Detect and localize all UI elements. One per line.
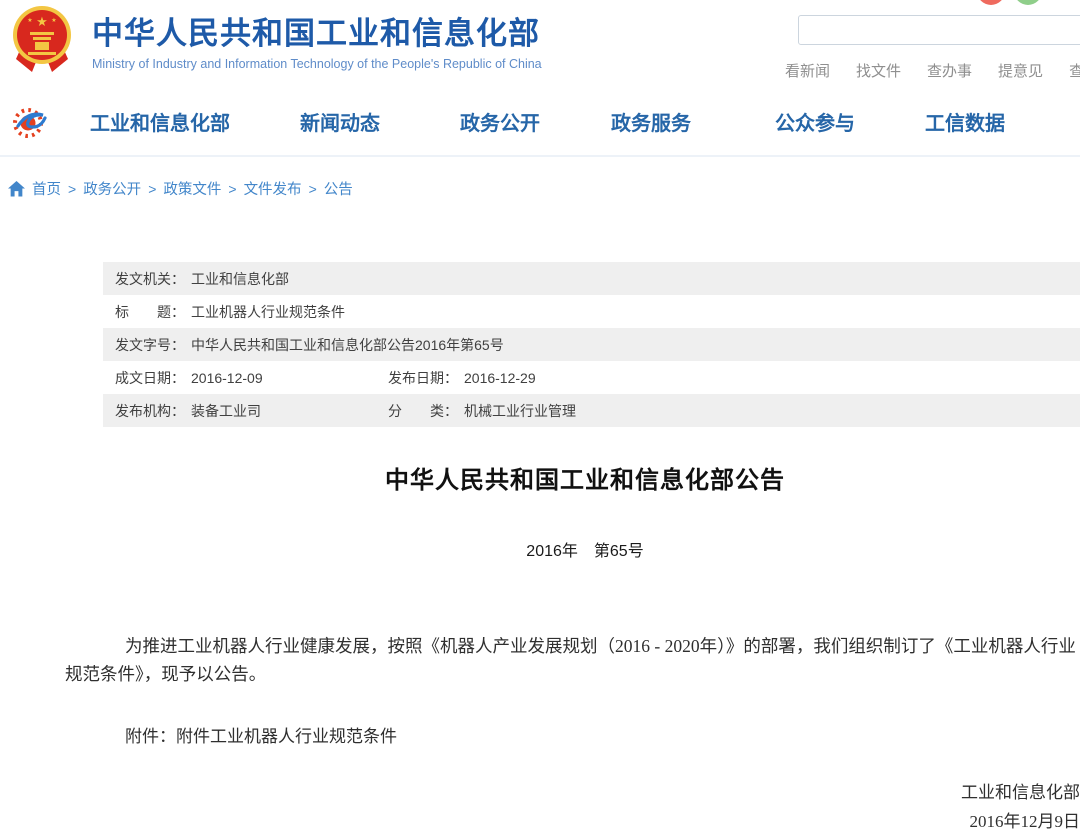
meta-title: 标 题： 工业机器人行业规范条件 [103, 302, 345, 322]
top-red-dot-icon [977, 0, 1005, 5]
signature-date: 2016年12月9日 [680, 807, 1080, 836]
table-row: 发布机构： 装备工业司 分 类： 机械工业行业管理 [103, 394, 1080, 427]
document-issue-number: 2016年 第65号 [65, 537, 1080, 561]
svg-text:★: ★ [36, 14, 48, 29]
search-input[interactable] [798, 15, 1080, 45]
document-body: 为推进工业机器人行业健康发展，按照《机器人产业发展规划（2016 - 2020年… [65, 632, 1080, 688]
document-meta-table: 发文机关： 工业和信息化部 标 题： 工业机器人行业规范条件 发文字号： 中华人… [103, 262, 1080, 427]
meta-value: 2016-12-29 [464, 370, 536, 386]
meta-label: 发布机构： [115, 401, 185, 421]
meta-value: 工业机器人行业规范条件 [191, 302, 345, 322]
quick-link-news[interactable]: 看新闻 [785, 60, 830, 81]
nav-item-gov-services[interactable]: 政务服务 [611, 107, 691, 136]
meta-publish-date: 发布日期： 2016-12-29 [388, 361, 536, 394]
breadcrumb-separator: > [148, 181, 156, 197]
nav-item-gov-disclosure[interactable]: 政务公开 [460, 107, 540, 136]
meta-category: 分 类： 机械工业行业管理 [388, 394, 576, 427]
body-paragraph-line: 规范条件》，现予以公告。 [65, 660, 1080, 688]
breadcrumb-item-document-release[interactable]: 文件发布 [244, 178, 302, 199]
meta-label: 分 类： [388, 401, 458, 421]
breadcrumb-separator: > [68, 181, 76, 197]
meta-value: 2016-12-09 [191, 370, 263, 386]
meta-label: 标 题： [115, 302, 185, 322]
breadcrumb-item-gov-disclosure[interactable]: 政务公开 [83, 178, 141, 199]
nav-item-miit[interactable]: 工业和信息化部 [90, 107, 230, 136]
meta-label: 发文字号： [115, 335, 185, 355]
svg-text:★: ★ [51, 17, 56, 24]
table-row: 发文机关： 工业和信息化部 [103, 262, 1080, 295]
home-icon[interactable] [8, 181, 25, 197]
miit-gear-logo-icon [12, 103, 50, 141]
page-title: 中华人民共和国工业和信息化部公告 [65, 460, 1080, 495]
table-row: 发文字号： 中华人民共和国工业和信息化部公告2016年第65号 [103, 328, 1080, 361]
table-row: 标 题： 工业机器人行业规范条件 [103, 295, 1080, 328]
site-title-block: 中华人民共和国工业和信息化部 Ministry of Industry and … [92, 8, 542, 71]
meta-label: 成文日期： [115, 368, 185, 388]
meta-value: 中华人民共和国工业和信息化部公告2016年第65号 [191, 335, 504, 355]
main-nav: 工业和信息化部 新闻动态 政务公开 政务服务 公众参与 工信数据 [0, 100, 1080, 155]
meta-value: 工业和信息化部 [191, 269, 289, 289]
table-row: 成文日期： 2016-12-09 发布日期： 2016-12-29 [103, 361, 1080, 394]
attachment-link[interactable]: 附件工业机器人行业规范条件 [176, 727, 397, 746]
meta-label: 发文机关： [115, 269, 185, 289]
nav-item-public-participation[interactable]: 公众参与 [775, 107, 855, 136]
meta-value: 装备工业司 [191, 401, 261, 421]
breadcrumb-item-policy-documents[interactable]: 政策文件 [163, 178, 221, 199]
meta-publishing-department: 发布机构： 装备工业司 [103, 401, 261, 421]
meta-written-date: 成文日期： 2016-12-09 [103, 368, 263, 388]
signature-agency: 工业和信息化部 [680, 778, 1080, 807]
breadcrumb-item-announcement: 公告 [324, 178, 353, 199]
site-title-zh: 中华人民共和国工业和信息化部 [92, 8, 542, 53]
quick-link-data[interactable]: 查数据 [1069, 60, 1080, 81]
meta-label: 发布日期： [388, 368, 458, 388]
breadcrumb-item-home[interactable]: 首页 [32, 178, 61, 199]
breadcrumb-separator: > [228, 181, 236, 197]
meta-document-number: 发文字号： 中华人民共和国工业和信息化部公告2016年第65号 [103, 335, 504, 355]
top-green-dot-icon [1014, 0, 1042, 5]
nav-item-news[interactable]: 新闻动态 [300, 107, 380, 136]
attachment-line: 附件：附件工业机器人行业规范条件 [125, 722, 397, 747]
body-paragraph-line: 为推进工业机器人行业健康发展，按照《机器人产业发展规划（2016 - 2020年… [65, 632, 1080, 660]
header-separator [0, 155, 1080, 157]
document-signature: 工业和信息化部 2016年12月9日 [680, 778, 1080, 836]
breadcrumb-separator: > [309, 181, 317, 197]
breadcrumb: 首页 > 政务公开 > 政策文件 > 文件发布 > 公告 [8, 178, 353, 199]
site-title-en: Ministry of Industry and Information Tec… [92, 57, 542, 71]
quick-link-feedback[interactable]: 提意见 [998, 60, 1043, 81]
attachment-label: 附件： [125, 727, 176, 746]
quick-link-documents[interactable]: 找文件 [856, 60, 901, 81]
meta-issuing-agency: 发文机关： 工业和信息化部 [103, 269, 289, 289]
quick-links: 看新闻 找文件 查办事 提意见 查数据 [785, 60, 1080, 81]
nav-item-miit-data[interactable]: 工信数据 [925, 107, 1005, 136]
svg-text:★: ★ [27, 17, 32, 24]
site-header: ★ ★ ★ 中华人民共和国工业和信息化部 Ministry of Industr… [0, 0, 1080, 100]
quick-link-services[interactable]: 查办事 [927, 60, 972, 81]
national-emblem-logo: ★ ★ ★ [8, 4, 76, 74]
meta-value: 机械工业行业管理 [464, 401, 576, 421]
